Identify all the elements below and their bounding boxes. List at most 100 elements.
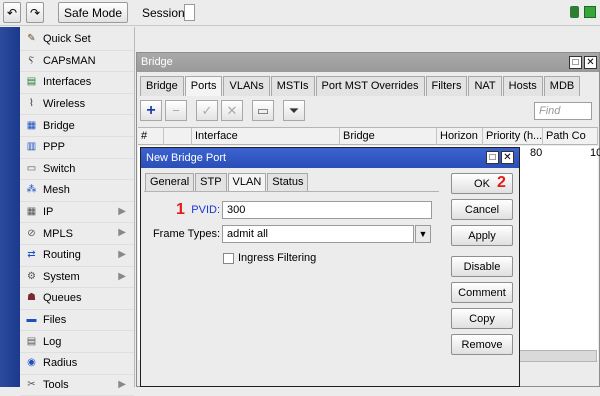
plus-icon: + [146, 101, 156, 119]
routing-icon: ⇄ [27, 249, 36, 261]
sidebar-item-switch[interactable]: ▭ Switch [20, 159, 134, 181]
dialog-restore-button[interactable]: □ [486, 151, 499, 164]
sidebar-item-label: Interfaces [43, 76, 92, 89]
disable-button[interactable]: Disable [451, 256, 513, 277]
col-number[interactable]: # [138, 128, 164, 145]
col-path-cost[interactable]: Path Co [543, 128, 598, 145]
sidebar-item-ip[interactable]: ▦ IP ▶ [20, 202, 134, 224]
add-button[interactable]: + [140, 100, 162, 121]
sidebar-item-routing[interactable]: ⇄ Routing ▶ [20, 245, 134, 267]
minus-icon: − [172, 103, 180, 118]
safe-mode-button[interactable]: Safe Mode [58, 2, 128, 23]
undo-button[interactable]: ↶ [3, 2, 21, 23]
disable-button[interactable]: ✕ [221, 100, 243, 121]
system-icon: ⚙ [27, 270, 36, 282]
sidebar-item-quick-set[interactable]: ✎ Quick Set [20, 29, 134, 51]
radius-icon: ◉ [27, 357, 36, 369]
sidebar-item-files[interactable]: ▬ Files [20, 310, 134, 332]
col-bridge[interactable]: Bridge [340, 128, 437, 145]
session-label: Session: [142, 6, 189, 20]
dialog-tabs: General STP VLAN Status [145, 173, 309, 191]
sidebar-item-mpls[interactable]: ⊘ MPLS ▶ [20, 223, 134, 245]
pvid-input[interactable]: 300 [222, 201, 432, 219]
tab-filters[interactable]: Filters [425, 76, 468, 96]
sidebar-item-label: PPP [43, 141, 66, 154]
bridge-icon: ▦ [26, 119, 37, 131]
mpls-icon: ⊘ [27, 227, 36, 239]
sidebar-item-label: CAPsMAN [43, 54, 96, 67]
mesh-icon: ⁂ [26, 184, 37, 196]
capsman-icon: Ⲋ [28, 54, 35, 66]
tab-bridge[interactable]: Bridge [140, 76, 184, 96]
bridge-window-title: Bridge [137, 53, 599, 72]
lock-icon [570, 6, 579, 18]
sidebar-item-radius[interactable]: ◉ Radius [20, 353, 134, 375]
queues-icon: ☗ [27, 292, 36, 304]
tab-nat[interactable]: NAT [468, 76, 502, 96]
tab-ports[interactable]: Ports [184, 76, 223, 96]
frame-types-select[interactable]: admit all [222, 225, 414, 243]
tab-mstis[interactable]: MSTIs [270, 76, 315, 96]
sidebar-item-label: Wireless [43, 98, 86, 111]
sidebar-item-tools[interactable]: ✂ Tools ▶ [20, 375, 134, 396]
tab-port-mst-overrides[interactable]: Port MST Overrides [315, 76, 425, 96]
tab-hosts[interactable]: Hosts [502, 76, 543, 96]
sidebar-item-system[interactable]: ⚙ System ▶ [20, 267, 134, 289]
frame-types-dropdown-button[interactable]: ▼ [415, 225, 431, 243]
sidebar-item-capsman[interactable]: Ⲋ CAPsMAN [20, 51, 134, 73]
col-interface[interactable]: Interface [192, 128, 340, 145]
ingress-filtering-checkbox[interactable] [223, 253, 234, 264]
wireless-icon: ⌇ [29, 98, 34, 110]
submenu-arrow-icon: ▶ [118, 205, 126, 217]
sidebar-item-interfaces[interactable]: ▤ Interfaces [20, 72, 134, 94]
sidebar-item-label: Switch [43, 162, 76, 175]
ingress-filtering-label: Ingress Filtering [238, 252, 317, 264]
comment-button[interactable]: ▭ [252, 100, 274, 121]
col-priority[interactable]: Priority (h... [483, 128, 543, 145]
tab-mdb[interactable]: MDB [543, 76, 581, 96]
restore-window-button[interactable]: □ [569, 56, 582, 69]
frame-types-label: Frame Types: [152, 228, 220, 240]
copy-button[interactable]: Copy [451, 308, 513, 329]
tab-stp[interactable]: STP [195, 173, 227, 191]
dialog-title: New Bridge Port [141, 148, 519, 168]
remove-port-button[interactable]: Remove [451, 334, 513, 355]
sidebar-item-ppp[interactable]: ▥ PPP [20, 137, 134, 159]
files-icon: ▬ [26, 314, 37, 326]
tab-vlan[interactable]: VLAN [227, 173, 267, 191]
sidebar-item-label: MPLS [43, 227, 73, 240]
submenu-arrow-icon: ▶ [118, 378, 126, 390]
enable-button[interactable]: ✓ [196, 100, 218, 121]
tab-general[interactable]: General [145, 173, 195, 191]
sidebar-item-wireless[interactable]: ⌇ Wireless [20, 94, 134, 116]
vlan-tab-panel: 1 PVID: 300 Frame Types: admit all ▼ Ing… [144, 191, 439, 386]
find-input[interactable]: Find [534, 102, 592, 120]
col-flags[interactable] [164, 128, 192, 145]
filter-icon: ⏷ [288, 102, 300, 118]
sidebar-item-label: Log [43, 335, 62, 348]
tab-vlans[interactable]: VLANs [223, 76, 270, 96]
check-icon: ✓ [201, 102, 213, 118]
sidebar-item-bridge[interactable]: ▦ Bridge [20, 115, 134, 137]
sidebar-item-label: System [43, 270, 80, 283]
horizontal-scrollbar[interactable] [519, 350, 597, 362]
sidebar-menu: ✎ Quick Set Ⲋ CAPsMAN ▤ Interfaces ⌇ Wir… [20, 27, 135, 396]
apply-button[interactable]: Apply [451, 225, 513, 246]
tools-icon: ✂ [27, 378, 36, 390]
close-window-button[interactable]: ✕ [584, 56, 597, 69]
comment-button[interactable]: Comment [451, 282, 513, 303]
interfaces-icon: ▤ [26, 76, 37, 88]
remove-button[interactable]: − [165, 100, 187, 121]
switch-icon: ▭ [26, 162, 37, 174]
sidebar-item-queues[interactable]: ☗ Queues [20, 288, 134, 310]
redo-button[interactable]: ↷ [26, 2, 44, 23]
sidebar-item-mesh[interactable]: ⁂ Mesh [20, 180, 134, 202]
sidebar-item-log[interactable]: ▤ Log [20, 331, 134, 353]
tab-status[interactable]: Status [267, 173, 309, 191]
filter-button[interactable]: ⏷ [283, 100, 305, 121]
cancel-button[interactable]: Cancel [451, 199, 513, 220]
session-input[interactable] [184, 4, 195, 21]
col-horizon[interactable]: Horizon [437, 128, 483, 145]
ppp-icon: ▥ [26, 141, 37, 153]
dialog-close-button[interactable]: ✕ [501, 151, 514, 164]
